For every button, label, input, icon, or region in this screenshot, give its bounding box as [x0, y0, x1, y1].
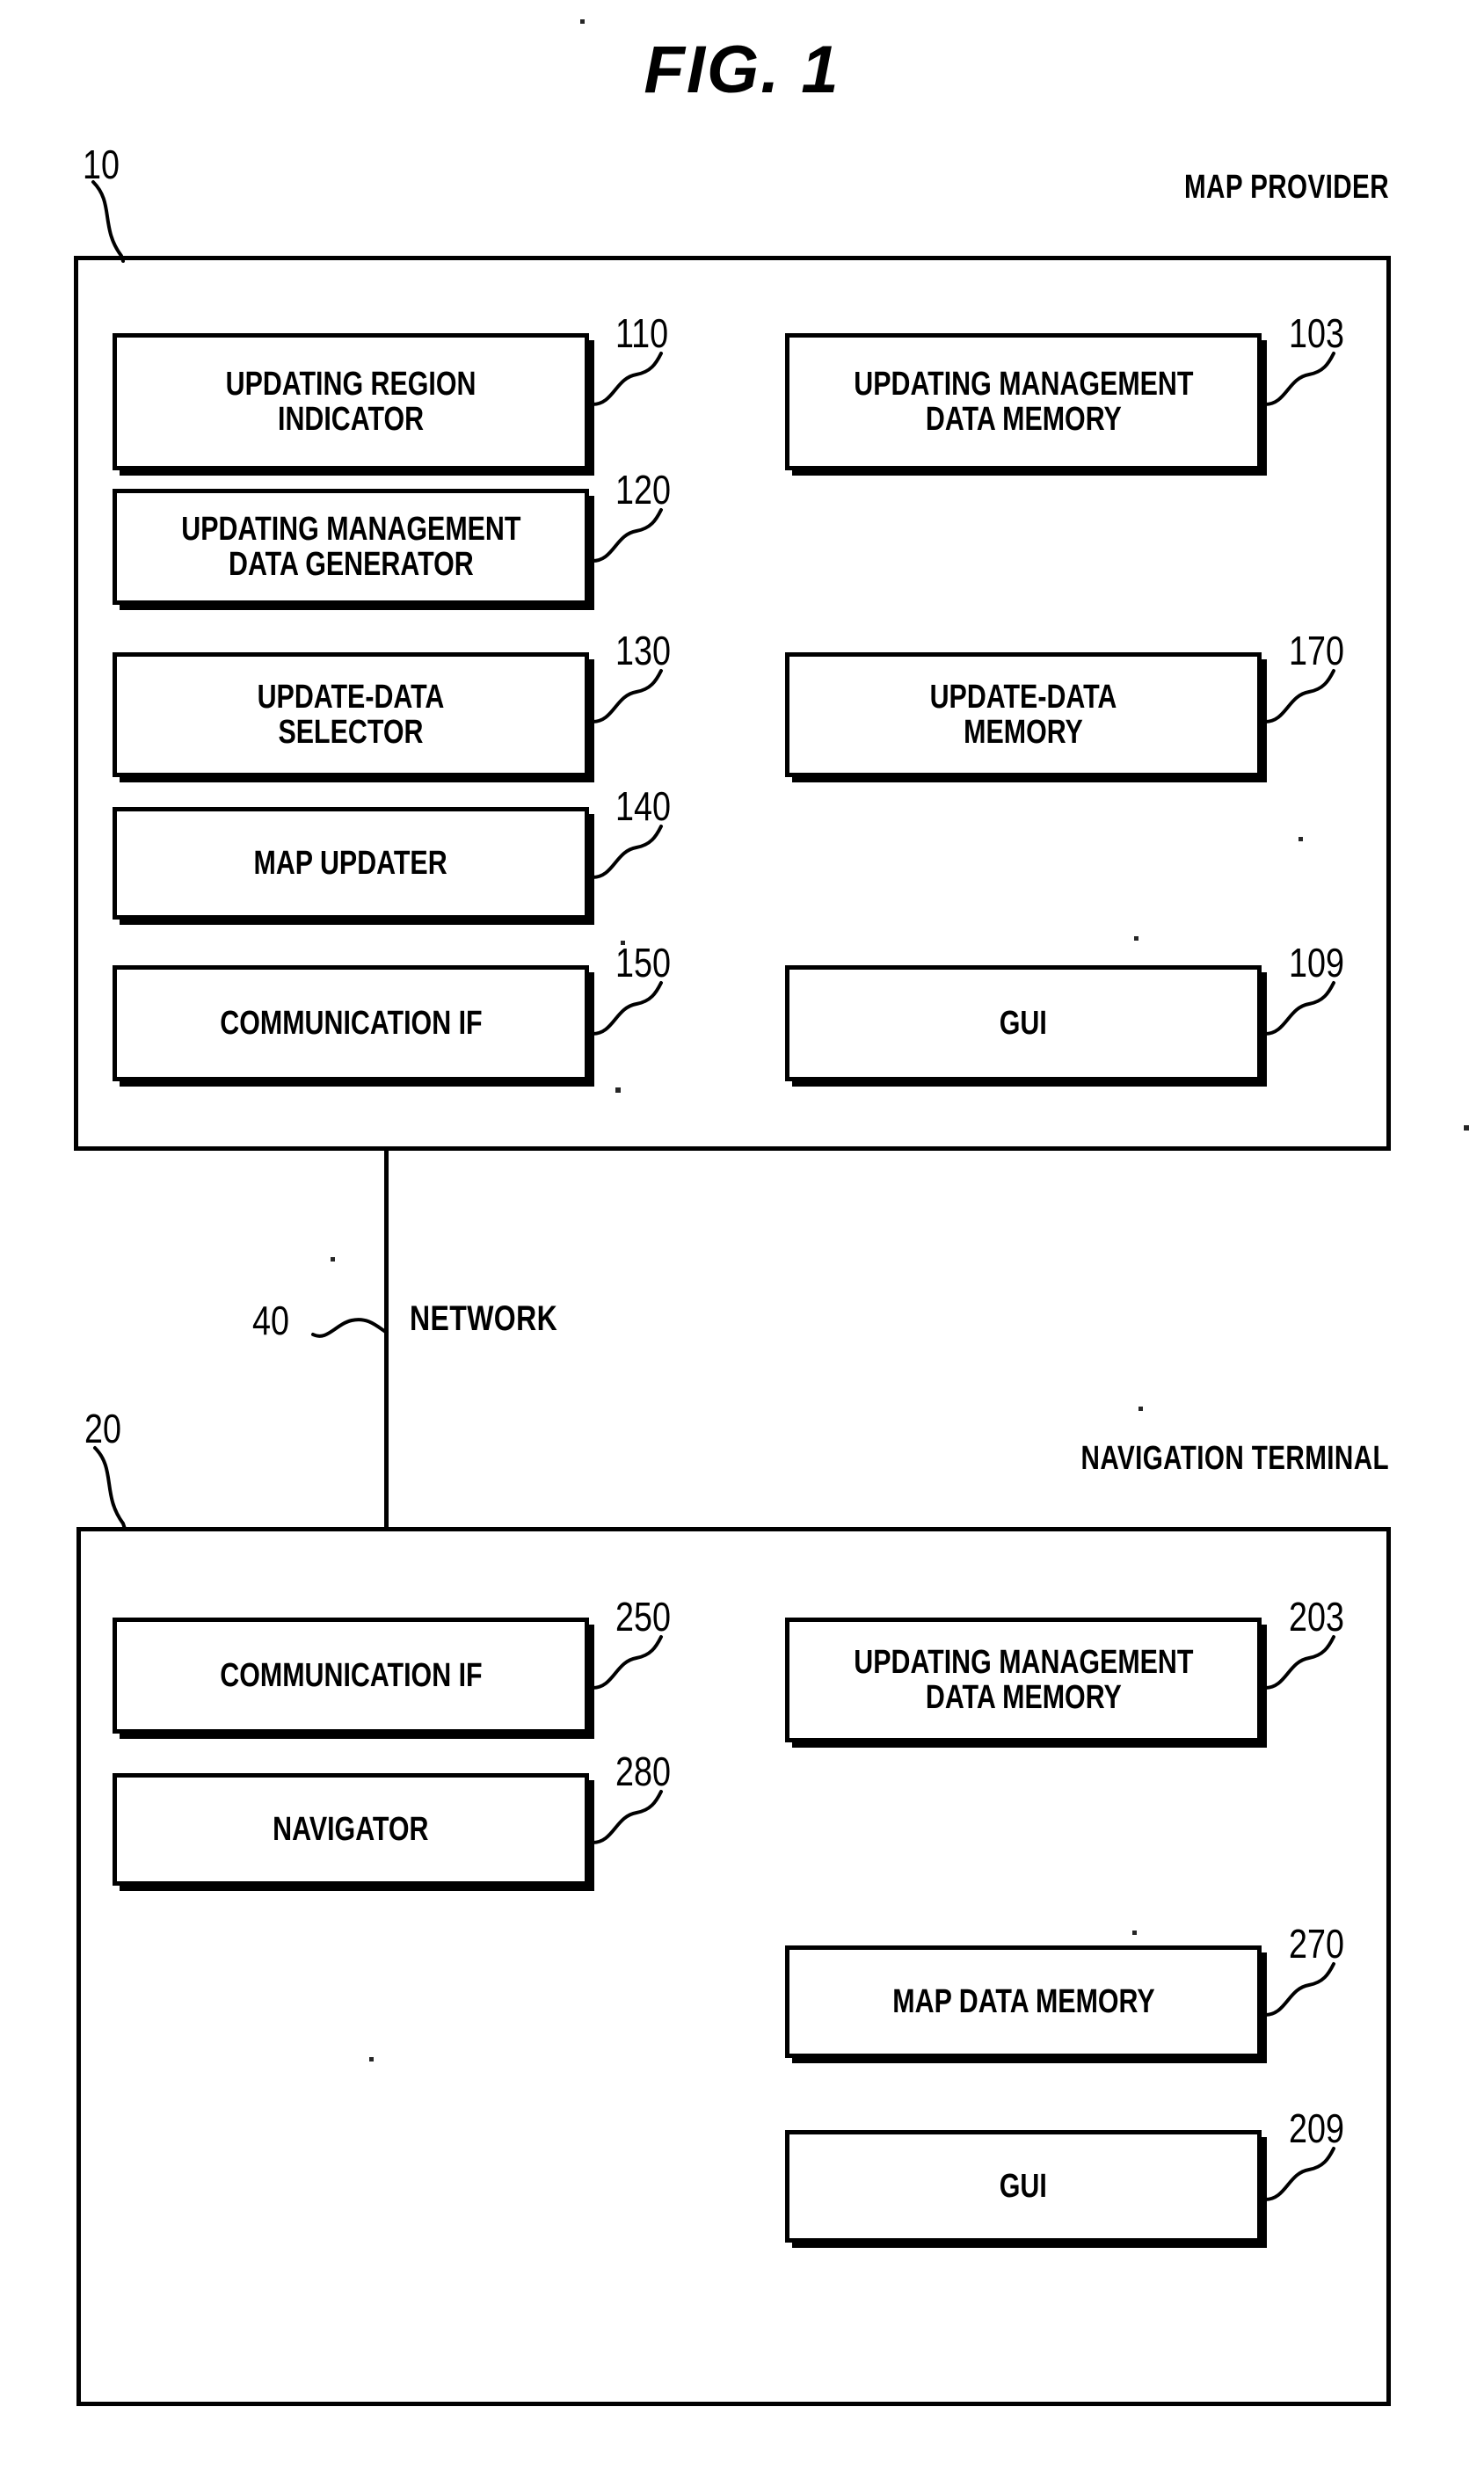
scan-speck: [621, 941, 625, 945]
block-updating-region-indicator[interactable]: UPDATING REGION INDICATOR: [113, 333, 589, 470]
block-label: UPDATE-DATA MEMORY: [929, 678, 1117, 751]
scan-speck: [1138, 1407, 1143, 1411]
block-gui-provider[interactable]: GUI: [785, 965, 1262, 1081]
block-label: GUI: [999, 1004, 1048, 1042]
network-leader-line: [311, 1318, 389, 1338]
leader-line-270: [1263, 1962, 1335, 2017]
block-label: UPDATE-DATA SELECTOR: [257, 678, 445, 751]
map-provider-caption: MAP PROVIDER: [1183, 169, 1389, 206]
block-gui-terminal[interactable]: GUI: [785, 2130, 1262, 2243]
block-label: UPDATING MANAGEMENT DATA GENERATOR: [180, 510, 521, 583]
scan-speck: [1134, 936, 1138, 941]
navigation-terminal-leader-line: [93, 1446, 127, 1531]
scan-speck: [1464, 1125, 1469, 1131]
block-map-updater[interactable]: MAP UPDATER: [113, 807, 589, 920]
block-label: UPDATING MANAGEMENT DATA MEMORY: [853, 1643, 1194, 1716]
block-label: MAP DATA MEMORY: [891, 1982, 1155, 2020]
map-provider-leader-line: [91, 180, 125, 263]
leader-line-130: [591, 669, 663, 724]
leader-line-170: [1263, 669, 1335, 724]
scan-speck: [580, 19, 585, 24]
block-label: COMMUNICATION IF: [219, 1656, 483, 1694]
leader-line-150: [591, 981, 663, 1036]
block-updating-management-data-memory-provider[interactable]: UPDATING MANAGEMENT DATA MEMORY: [785, 333, 1262, 470]
block-label: COMMUNICATION IF: [219, 1004, 483, 1042]
leader-line-140: [591, 825, 663, 879]
block-navigator[interactable]: NAVIGATOR: [113, 1773, 589, 1886]
scan-speck: [331, 1257, 335, 1262]
block-updating-management-data-generator[interactable]: UPDATING MANAGEMENT DATA GENERATOR: [113, 489, 589, 605]
block-label: NAVIGATOR: [273, 1810, 429, 1848]
figure-title: FIG. 1: [644, 33, 840, 107]
block-label: GUI: [999, 2167, 1048, 2205]
scan-speck: [1298, 837, 1303, 841]
leader-line-209: [1263, 2147, 1335, 2201]
figure-page: FIG. 1 10 MAP PROVIDER UPDATING REGION I…: [0, 0, 1484, 2465]
network-label: NETWORK: [410, 1299, 558, 1338]
block-map-data-memory[interactable]: MAP DATA MEMORY: [785, 1945, 1262, 2058]
scan-speck: [1132, 1931, 1137, 1935]
leader-line-103: [1263, 352, 1335, 406]
leader-line-110: [591, 352, 663, 406]
block-update-data-memory[interactable]: UPDATE-DATA MEMORY: [785, 652, 1262, 777]
block-communication-if-provider[interactable]: COMMUNICATION IF: [113, 965, 589, 1081]
navigation-terminal-ref-number: 20: [84, 1406, 121, 1451]
network-ref-number: 40: [252, 1298, 289, 1343]
block-label: UPDATING MANAGEMENT DATA MEMORY: [853, 365, 1194, 438]
navigation-terminal-caption: NAVIGATION TERMINAL: [1080, 1440, 1389, 1477]
leader-line-109: [1263, 981, 1335, 1036]
block-label: MAP UPDATER: [253, 844, 448, 882]
leader-line-250: [591, 1635, 663, 1690]
block-update-data-selector[interactable]: UPDATE-DATA SELECTOR: [113, 652, 589, 777]
leader-line-280: [591, 1790, 663, 1844]
block-label: UPDATING REGION INDICATOR: [225, 365, 476, 438]
block-communication-if-terminal[interactable]: COMMUNICATION IF: [113, 1618, 589, 1734]
leader-line-203: [1263, 1635, 1335, 1690]
scan-speck: [615, 1087, 621, 1093]
leader-line-120: [591, 508, 663, 563]
scan-speck: [369, 2057, 374, 2061]
block-updating-management-data-memory-terminal[interactable]: UPDATING MANAGEMENT DATA MEMORY: [785, 1618, 1262, 1742]
